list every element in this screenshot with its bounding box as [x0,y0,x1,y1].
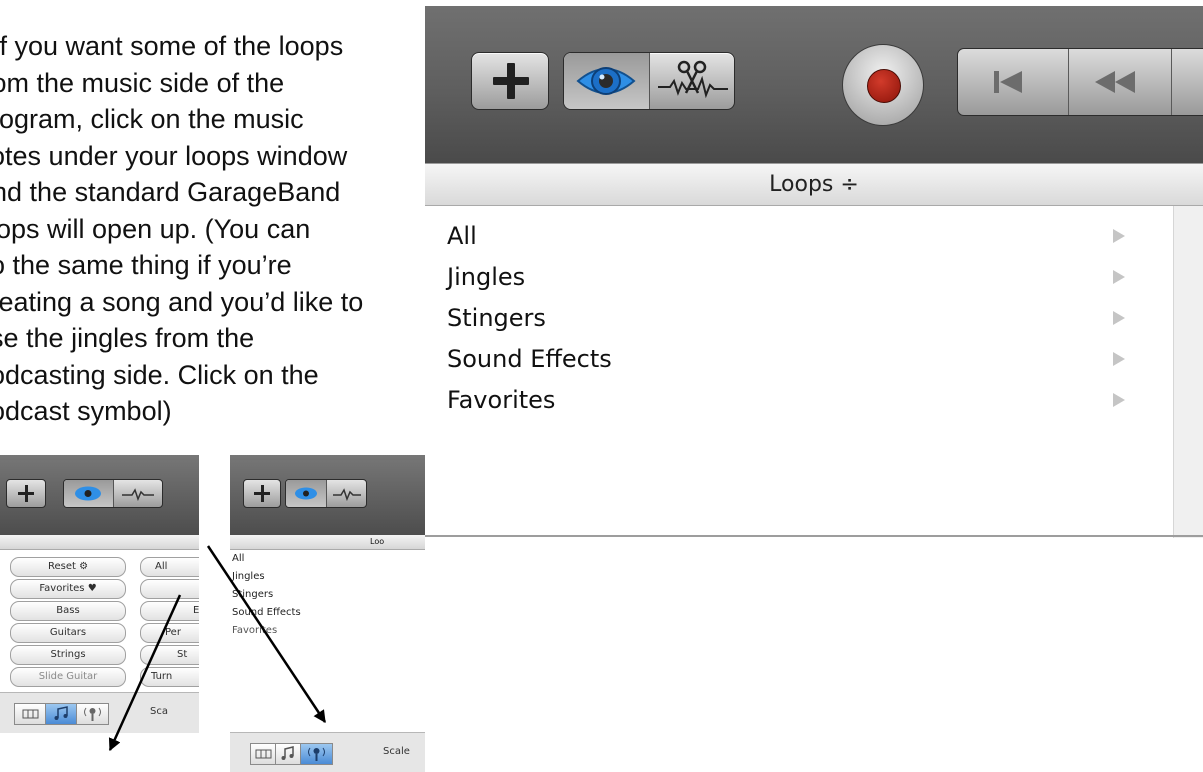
loop-keyword-turntable[interactable]: Turn [140,667,199,687]
transport-controls [957,48,1203,116]
add-track-button[interactable] [243,479,281,508]
loops-item-all[interactable]: All [232,553,244,564]
track-editor-button[interactable] [113,480,162,507]
instruction-line: podcasting side. Click on the [0,359,319,390]
loop-keyword-bass[interactable]: Bass [10,601,126,621]
disclosure-arrow-icon[interactable] [1113,393,1125,407]
view-toggle [285,479,367,508]
instruction-line: loops will open up. (You can [0,213,311,244]
disclosure-arrow-icon[interactable] [1113,311,1125,325]
music-loops-screenshot: Reset ⚙ All Favorites ♥ Bass E Guitars P… [0,455,199,772]
track-editor-button[interactable] [649,53,734,109]
instruction-line: use the jingles from the [0,323,255,353]
loops-header[interactable]: Loo [230,535,425,550]
instruction-line: podcast symbol) [0,396,172,426]
track-editor-button[interactable] [326,480,366,507]
instruction-line: If you want some of the loops [0,31,344,61]
podcast-loops-screenshot: Loo All Jingles Stingers Sound Effects F… [230,455,425,772]
instruction-line: program, click on the music [0,104,304,134]
grid-icon [22,709,39,719]
go-to-start-button[interactable] [958,49,1068,115]
record-button[interactable] [842,44,924,126]
loops-item-stingers[interactable]: Stingers [232,589,273,600]
loops-item-sound-effects[interactable]: Sound Effects [447,339,612,379]
instruction-text: If you want some of the loops from the m… [0,28,387,430]
view-toggle [63,479,163,508]
disclosure-arrow-icon[interactable] [1113,229,1125,243]
small-toolbar [230,455,425,535]
loops-item-jingles[interactable]: Jingles [232,571,265,582]
loop-browser-button[interactable] [564,53,649,109]
loop-browser-button[interactable] [64,480,113,507]
loop-keyword-percussion[interactable]: Per [140,623,199,643]
view-toggle [563,52,735,110]
scissors-waveform-icon [333,488,361,502]
loop-keyword-strings[interactable]: Strings [10,645,126,665]
eye-icon [576,67,636,95]
rewind-button[interactable] [1069,49,1171,115]
music-note-icon [281,746,294,760]
music-loops-button[interactable] [275,743,302,765]
loops-item-jingles[interactable]: Jingles [447,257,525,297]
view-selector-bar: Scale [230,732,425,772]
add-track-button[interactable] [471,52,549,110]
scale-label: Sca [150,706,168,717]
small-toolbar [0,455,199,535]
favorites-button[interactable]: Favorites ♥ [10,579,126,599]
instruction-line: notes under your loops window [0,140,348,171]
go-to-start-icon [994,71,1022,93]
loop-keyword-e[interactable]: E [140,601,199,621]
loops-header[interactable]: Loops ÷ [425,163,1203,206]
record-icon [867,69,901,103]
loop-keyword-st[interactable]: St [140,645,199,665]
loops-item-all[interactable]: All [447,216,477,256]
podcast-icon [308,747,325,761]
instruction-line: creating a song and you’d like to [0,286,364,317]
instruction-line: do the same thing if you’re [0,250,292,280]
disclosure-arrow-icon[interactable] [1113,352,1125,366]
button-view-button[interactable] [250,743,277,765]
eye-icon [295,487,317,500]
toolbar [425,6,1203,163]
scrollbar[interactable] [1173,206,1203,538]
gear-icon: ⚙ [79,561,89,572]
loop-keyword-all[interactable]: All [140,557,199,577]
loops-browser-screenshot: Loops ÷ All Jingles Stingers Sound Effec… [425,6,1203,540]
reset-button[interactable]: Reset ⚙ [10,557,126,577]
rewind-icon [1095,71,1135,93]
loops-item-stingers[interactable]: Stingers [447,298,546,338]
music-loops-button[interactable] [45,703,78,725]
loop-keyword-guitars[interactable]: Guitars [10,623,126,643]
eye-icon [75,486,101,501]
loops-item-sound-effects[interactable]: Sound Effects [232,607,301,618]
scale-label: Scale [383,746,410,757]
podcast-sounds-button[interactable] [300,743,333,765]
loops-item-favorites[interactable]: Favorites [447,380,555,420]
add-track-button[interactable] [6,479,46,508]
scissors-waveform-icon [658,60,728,99]
view-selector-bar: Sca [0,692,199,733]
loop-keyword-slide-guitar[interactable]: Slide Guitar [10,667,126,687]
loops-item-favorites[interactable]: Favorites [232,625,277,636]
scissors-waveform-icon [122,488,154,502]
loops-list: All Jingles Stingers Sound Effects Favor… [425,206,1203,536]
podcast-sounds-button[interactable] [76,703,109,725]
music-note-icon [54,706,68,720]
grid-icon [255,749,272,759]
instruction-line: and the standard GarageBand [0,177,341,207]
instruction-line: from the music side of the [0,67,285,98]
loop-browser-button[interactable] [286,480,326,507]
disclosure-arrow-icon[interactable] [1113,270,1125,284]
button-view-button[interactable] [14,703,47,725]
heart-icon: ♥ [87,583,97,594]
podcast-icon [84,707,101,721]
